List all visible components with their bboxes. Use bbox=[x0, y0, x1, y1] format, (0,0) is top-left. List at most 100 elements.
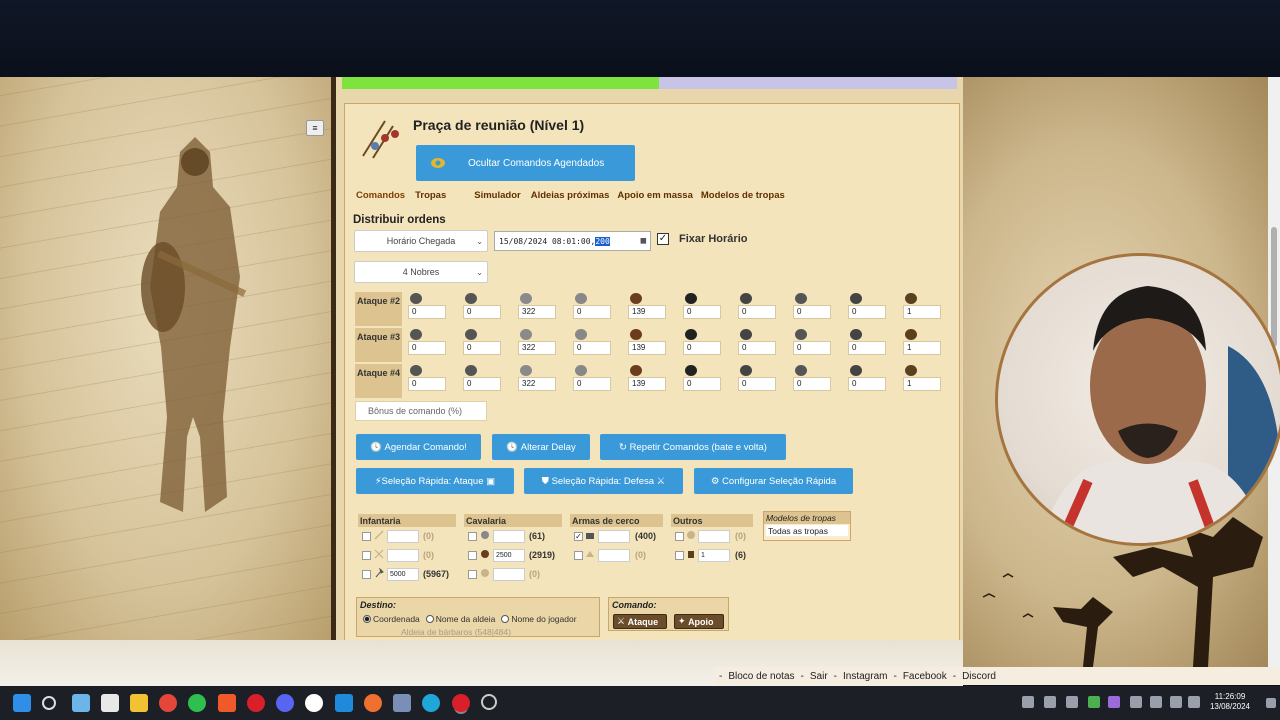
unit-input[interactable]: 322 bbox=[518, 377, 556, 391]
tab-aldeias-proximas[interactable]: Aldeias próximas bbox=[531, 190, 610, 201]
unit-input[interactable]: 0 bbox=[738, 305, 776, 319]
tab-tropas[interactable]: Tropas bbox=[415, 190, 446, 201]
tray-icon[interactable] bbox=[1066, 696, 1078, 708]
app-icon[interactable] bbox=[393, 694, 411, 712]
troop-checkbox[interactable] bbox=[362, 551, 371, 560]
tab-apoio-em-massa[interactable]: Apoio em massa bbox=[617, 190, 693, 201]
unit-input[interactable]: 0 bbox=[848, 377, 886, 391]
volume-icon[interactable] bbox=[1188, 696, 1200, 708]
unit-input[interactable]: 0 bbox=[793, 341, 831, 355]
file-explorer-icon[interactable] bbox=[130, 694, 148, 712]
destination-village-row[interactable]: Aldeia de bárbaros (548|484) bbox=[401, 627, 511, 637]
attack-button[interactable]: ⚔ Ataque bbox=[613, 614, 667, 629]
troop-checkbox[interactable] bbox=[468, 532, 477, 541]
microphone-icon[interactable] bbox=[1150, 696, 1162, 708]
hide-scheduled-button[interactable]: Ocultar Comandos Agendados bbox=[416, 145, 635, 181]
unit-input[interactable]: 322 bbox=[518, 305, 556, 319]
nobles-select[interactable]: 4 Nobres ⌄ bbox=[354, 261, 488, 283]
tab-comandos[interactable]: Comandos bbox=[356, 190, 405, 201]
unit-input[interactable]: 139 bbox=[628, 377, 666, 391]
radio-coordenada[interactable]: Coordenada bbox=[363, 614, 420, 624]
tray-icon[interactable] bbox=[1044, 696, 1056, 708]
chrome-icon[interactable] bbox=[159, 694, 177, 712]
unit-input[interactable]: 1 bbox=[903, 305, 941, 319]
unit-input[interactable]: 0 bbox=[573, 305, 611, 319]
whatsapp-icon[interactable] bbox=[188, 694, 206, 712]
dropbox-icon[interactable] bbox=[1130, 696, 1142, 708]
unit-input[interactable]: 0 bbox=[573, 377, 611, 391]
support-button[interactable]: ✦ Apoio bbox=[674, 614, 724, 629]
link-facebook[interactable]: Facebook bbox=[903, 671, 947, 682]
unit-input[interactable]: 0 bbox=[738, 377, 776, 391]
widgets-icon[interactable] bbox=[72, 694, 90, 712]
link-discord[interactable]: Discord bbox=[962, 671, 996, 682]
tray-icon[interactable] bbox=[1108, 696, 1120, 708]
opera-gx-icon[interactable] bbox=[452, 694, 470, 712]
fix-time-checkbox[interactable]: ✓ bbox=[657, 233, 669, 245]
unit-input[interactable]: 0 bbox=[683, 341, 721, 355]
radio-nome-da-aldeia[interactable]: Nome da aldeia bbox=[425, 614, 495, 624]
app-icon[interactable] bbox=[305, 694, 323, 712]
arrival-mode-select[interactable]: Horário Chegada ⌄ bbox=[354, 230, 488, 252]
drawing-app-icon[interactable] bbox=[364, 694, 382, 712]
unit-input[interactable]: 0 bbox=[463, 341, 501, 355]
calendar-icon[interactable]: ▦ bbox=[641, 236, 646, 246]
command-bonus-input[interactable]: Bônus de comando (%) bbox=[355, 401, 487, 421]
unit-input[interactable]: 139 bbox=[628, 341, 666, 355]
troop-model-option[interactable]: Todas as tropas bbox=[766, 525, 848, 536]
unit-input[interactable]: 0 bbox=[683, 377, 721, 391]
schedule-command-button[interactable]: 🕓 Agendar Comando! bbox=[356, 434, 481, 460]
unit-input[interactable]: 139 bbox=[628, 305, 666, 319]
repeat-commands-button[interactable]: ↻ Repetir Comandos (bate e volta) bbox=[600, 434, 786, 460]
troop-checkbox[interactable]: ✓ bbox=[574, 532, 583, 541]
windows-start-icon[interactable] bbox=[13, 694, 31, 712]
troop-checkbox[interactable] bbox=[468, 551, 477, 560]
unit-input[interactable]: 1 bbox=[903, 377, 941, 391]
tray-icon[interactable] bbox=[1022, 696, 1034, 708]
unit-input[interactable]: 322 bbox=[518, 341, 556, 355]
vscode-icon[interactable] bbox=[335, 694, 353, 712]
unit-input[interactable]: 0 bbox=[848, 305, 886, 319]
unit-input[interactable]: 0 bbox=[408, 377, 446, 391]
troop-checkbox[interactable] bbox=[468, 570, 477, 579]
network-icon[interactable] bbox=[1170, 696, 1182, 708]
obs-icon[interactable] bbox=[481, 694, 497, 710]
unit-input[interactable]: 0 bbox=[573, 341, 611, 355]
task-view-icon[interactable] bbox=[101, 694, 119, 712]
brave-icon[interactable] bbox=[218, 694, 236, 712]
unit-input[interactable]: 0 bbox=[683, 305, 721, 319]
troop-checkbox[interactable] bbox=[675, 532, 684, 541]
link-instagram[interactable]: Instagram bbox=[843, 671, 887, 682]
unit-input[interactable]: 0 bbox=[408, 305, 446, 319]
unit-input[interactable]: 0 bbox=[793, 377, 831, 391]
unit-input[interactable]: 0 bbox=[408, 341, 446, 355]
opera-icon[interactable] bbox=[247, 694, 265, 712]
unit-input[interactable]: 0 bbox=[738, 341, 776, 355]
troop-checkbox[interactable] bbox=[362, 532, 371, 541]
unit-input[interactable]: 0 bbox=[793, 305, 831, 319]
search-icon[interactable] bbox=[42, 696, 56, 710]
configure-quick-select-button[interactable]: ⚙ Configurar Seleção Rápida bbox=[694, 468, 853, 494]
troop-checkbox[interactable] bbox=[362, 570, 371, 579]
quick-select-attack-button[interactable]: ⚡ Seleção Rápida: Ataque ▣ bbox=[356, 468, 514, 494]
edge-icon[interactable] bbox=[422, 694, 440, 712]
datetime-input[interactable]: 15/08/2024 08:01:00, 200 ▦ bbox=[494, 231, 651, 251]
link-bloco-de-notas[interactable]: Bloco de notas bbox=[728, 671, 794, 682]
radio-nome-do-jogador[interactable]: Nome do jogador bbox=[501, 614, 577, 624]
link-sair[interactable]: Sair bbox=[810, 671, 828, 682]
unit-input[interactable]: 1 bbox=[903, 341, 941, 355]
troop-checkbox[interactable] bbox=[675, 551, 684, 560]
discord-icon[interactable] bbox=[276, 694, 294, 712]
taskbar-clock[interactable]: 11:26:09 13/08/2024 bbox=[1206, 692, 1254, 712]
tab-simulador[interactable]: Simulador bbox=[474, 190, 520, 201]
tab-modelos-de-tropas[interactable]: Modelos de tropas bbox=[701, 190, 785, 201]
unit-input[interactable]: 0 bbox=[463, 305, 501, 319]
change-delay-button[interactable]: 🕓 Alterar Delay bbox=[492, 434, 590, 460]
notifications-icon[interactable] bbox=[1266, 698, 1276, 708]
quick-select-defense-button[interactable]: ⛊ Seleção Rápida: Defesa ⚔ bbox=[524, 468, 683, 494]
troop-checkbox[interactable] bbox=[574, 551, 583, 560]
menu-toggle-icon[interactable]: ≡ bbox=[306, 120, 324, 136]
unit-input[interactable]: 0 bbox=[463, 377, 501, 391]
tray-icon[interactable] bbox=[1088, 696, 1100, 708]
unit-input[interactable]: 0 bbox=[848, 341, 886, 355]
